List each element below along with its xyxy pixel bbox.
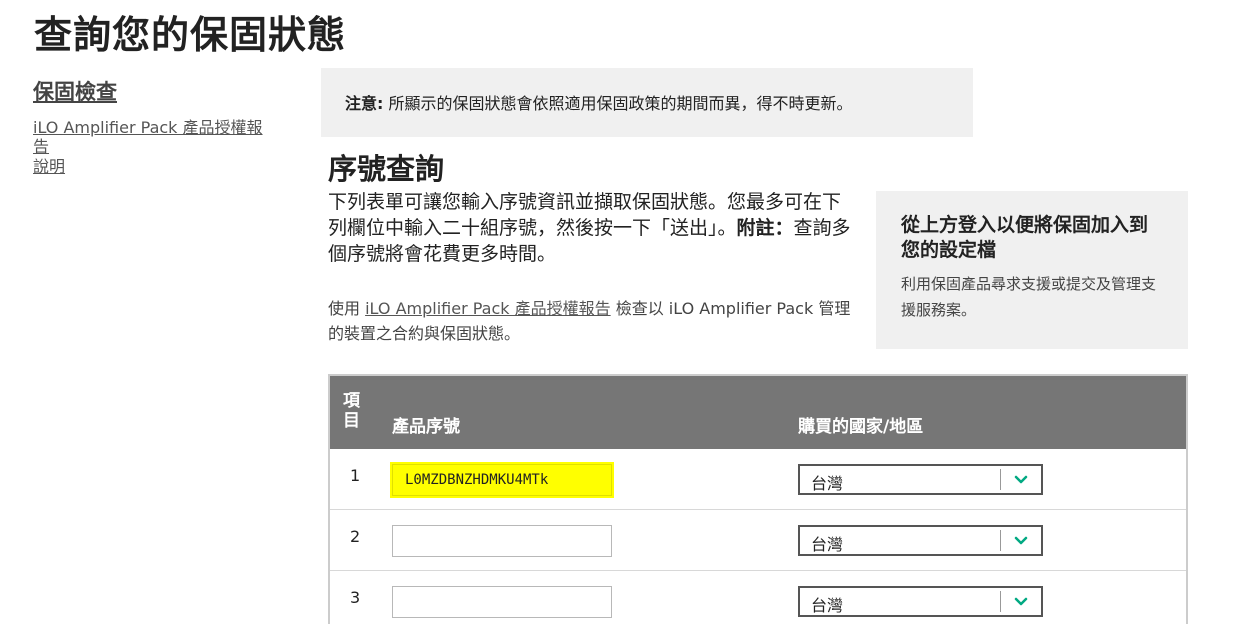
login-promo-description: 利用保固產品尋求支援或提交及管理支援服務案。 xyxy=(901,275,1157,319)
serial-number-input[interactable] xyxy=(392,464,612,496)
serial-number-input[interactable] xyxy=(392,525,612,557)
row-number: 3 xyxy=(350,588,361,607)
table-row: 3 台灣 xyxy=(330,571,1186,624)
serial-number-input[interactable] xyxy=(392,586,612,618)
ilo-info-text: 使用 iLO Amplifier Pack 產品授權報告 檢查以 iLO Amp… xyxy=(328,296,858,346)
chevron-down-icon xyxy=(1014,597,1028,606)
row-number: 2 xyxy=(350,527,361,546)
sidebar-heading-warranty-check[interactable]: 保固檢查 xyxy=(33,76,278,106)
chevron-down-icon xyxy=(1014,536,1028,545)
login-promo-box: 從上方登入以便將保固加入到您的設定檔 利用保固產品尋求支援或提交及管理支援服務案… xyxy=(876,191,1188,349)
sidebar-link-ilo-report[interactable]: iLO Amplifier Pack 產品授權報告 xyxy=(33,118,278,156)
notice-label: 注意: xyxy=(345,94,384,113)
serial-lookup-table: 項目 產品序號 購買的國家/地區 1 台灣 2 台灣 3 台灣 xyxy=(328,374,1188,624)
country-select[interactable]: 台灣 xyxy=(798,525,1043,556)
sidebar-link-help[interactable]: 說明 xyxy=(33,157,278,176)
header-country: 購買的國家/地區 xyxy=(798,417,924,437)
country-select-value: 台灣 xyxy=(811,474,844,493)
ilo-prefix: 使用 xyxy=(328,299,366,318)
country-select[interactable]: 台灣 xyxy=(798,464,1043,495)
select-divider xyxy=(1000,591,1001,612)
notice-text: 所顯示的保固狀態會依照適用保固政策的期間而異，得不時更新。 xyxy=(383,94,853,113)
notice-banner: 注意: 所顯示的保固狀態會依照適用保固政策的期間而異，得不時更新。 xyxy=(321,68,973,137)
header-serial: 產品序號 xyxy=(392,417,460,437)
header-item: 項目 xyxy=(343,391,360,431)
row-number: 1 xyxy=(350,466,361,485)
table-header: 項目 產品序號 購買的國家/地區 xyxy=(330,376,1186,449)
login-promo-title: 從上方登入以便將保固加入到您的設定檔 xyxy=(901,214,1149,261)
table-row: 1 台灣 xyxy=(330,449,1186,510)
select-divider xyxy=(1000,469,1001,490)
table-row: 2 台灣 xyxy=(330,510,1186,571)
ilo-report-link[interactable]: iLO Amplifier Pack 產品授權報告 xyxy=(365,299,611,318)
section-title: 序號查詢 xyxy=(328,152,445,186)
sidebar: 保固檢查 iLO Amplifier Pack 產品授權報告 說明 xyxy=(33,76,278,177)
country-select[interactable]: 台灣 xyxy=(798,586,1043,617)
select-divider xyxy=(1000,530,1001,551)
page-title: 查詢您的保固狀態 xyxy=(34,13,347,57)
country-select-value: 台灣 xyxy=(811,535,844,554)
country-select-value: 台灣 xyxy=(811,596,844,615)
intro-note-label: 附註： xyxy=(736,217,794,239)
chevron-down-icon xyxy=(1014,475,1028,484)
intro-text: 下列表單可讓您輸入序號資訊並擷取保固狀態。您最多可在下列欄位中輸入二十組序號，然… xyxy=(328,189,858,267)
